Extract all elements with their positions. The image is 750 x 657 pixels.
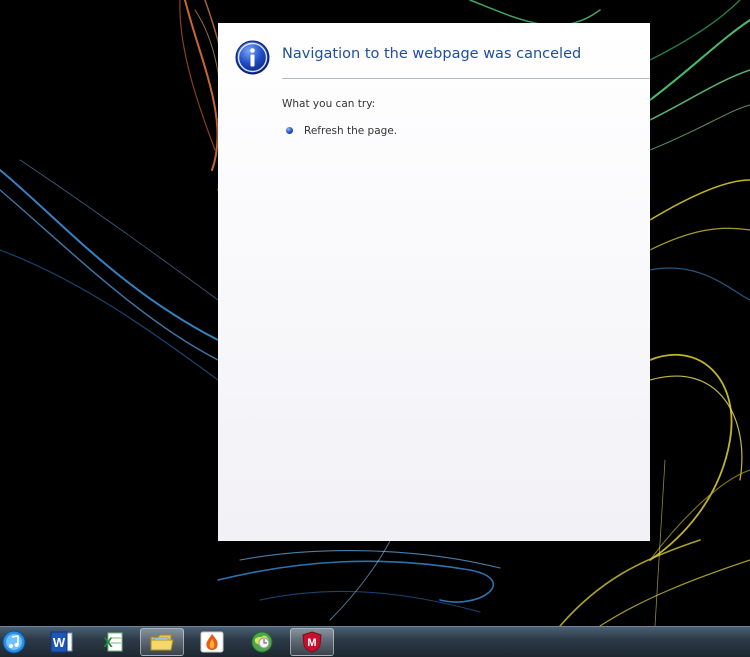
mcafee-shield-icon: M [302, 631, 322, 653]
page-title: Navigation to the webpage was canceled [282, 46, 582, 62]
flame-app-icon [200, 631, 224, 653]
try-label: What you can try: [282, 98, 376, 110]
taskbar-excel[interactable]: X [90, 628, 134, 656]
title-divider [282, 78, 650, 79]
word-icon: W [50, 631, 73, 653]
info-icon [235, 40, 270, 75]
svg-text:M: M [307, 637, 316, 649]
taskbar-word[interactable]: W [40, 628, 84, 656]
globe-icon [251, 631, 273, 653]
taskbar-mcafee[interactable]: M [290, 628, 334, 656]
taskbar-app-globe[interactable] [240, 628, 284, 656]
itunes-icon [2, 630, 26, 654]
taskbar: W X M [0, 626, 750, 657]
svg-text:X: X [103, 634, 113, 650]
excel-icon: X [103, 632, 123, 652]
folder-icon [150, 634, 174, 651]
taskbar-app-orange[interactable] [190, 628, 234, 656]
bullet-icon [286, 127, 293, 134]
suggestion-text[interactable]: Refresh the page. [304, 125, 397, 137]
taskbar-windows-explorer[interactable] [140, 628, 184, 656]
taskbar-itunes[interactable] [0, 628, 34, 656]
navigation-canceled-page: Navigation to the webpage was canceled W… [218, 23, 650, 541]
desktop: Navigation to the webpage was canceled W… [0, 0, 750, 657]
svg-text:W: W [53, 635, 66, 650]
